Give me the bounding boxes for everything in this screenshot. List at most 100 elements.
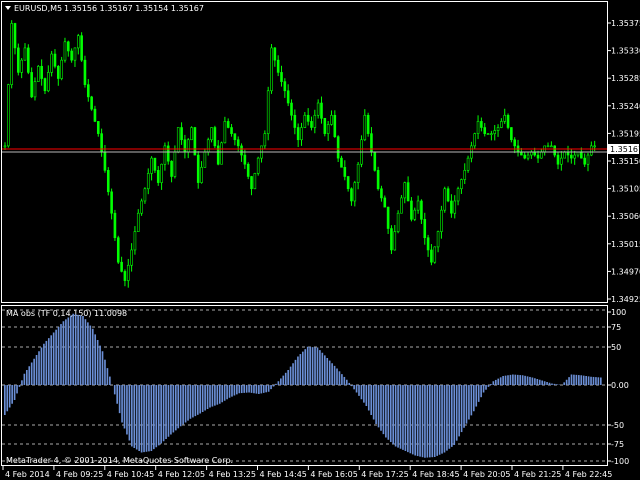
indicator-histogram bbox=[4, 313, 602, 458]
candle-body bbox=[316, 102, 320, 116]
histogram-bar bbox=[306, 346, 309, 385]
candle-body bbox=[563, 151, 566, 159]
histogram-bar bbox=[116, 385, 119, 404]
histogram-bar bbox=[91, 328, 94, 385]
candle-body bbox=[220, 142, 223, 165]
histogram-bar bbox=[248, 385, 250, 393]
candle-body bbox=[120, 261, 123, 272]
histogram-bar bbox=[326, 358, 329, 385]
candle-body bbox=[586, 154, 590, 165]
histogram-bar bbox=[534, 378, 536, 385]
histogram-bar bbox=[233, 385, 236, 396]
histogram-bar bbox=[455, 385, 458, 441]
candle-body bbox=[263, 133, 267, 147]
histogram-bar bbox=[573, 374, 575, 385]
histogram-bar bbox=[355, 385, 358, 393]
histogram-bar bbox=[516, 374, 519, 385]
histogram-bar bbox=[23, 373, 26, 385]
price-label: 1.34925 bbox=[611, 295, 640, 304]
histogram-bar bbox=[424, 385, 426, 458]
time-label: 4 Feb 2014 bbox=[5, 470, 50, 479]
histogram-bar bbox=[590, 376, 592, 385]
candle-body bbox=[340, 157, 343, 168]
candle-body bbox=[513, 139, 517, 147]
candle-body bbox=[236, 139, 240, 147]
histogram-bar bbox=[319, 350, 321, 385]
indicator-scale-label: -100 bbox=[611, 457, 629, 466]
histogram-bar bbox=[343, 376, 346, 385]
candle-body bbox=[343, 167, 347, 177]
candle-body bbox=[456, 188, 460, 202]
histogram-bar bbox=[575, 374, 578, 385]
candle-body bbox=[93, 108, 97, 122]
histogram-bar bbox=[60, 324, 62, 385]
indicator-title: MA obs (TF 0,14,150) 11.0098 bbox=[6, 309, 127, 318]
triangle-down-icon[interactable] bbox=[5, 6, 11, 10]
histogram-bar bbox=[350, 385, 353, 387]
candle-body bbox=[403, 182, 407, 199]
candle-body bbox=[17, 47, 20, 73]
candle-body bbox=[320, 102, 323, 119]
current-price-label: 1.35167 bbox=[610, 145, 640, 154]
histogram-bar bbox=[253, 385, 255, 394]
indicator-scale-label: 0.00 bbox=[611, 381, 629, 390]
candle-body bbox=[180, 127, 183, 141]
candle-body bbox=[233, 133, 237, 141]
histogram-bar bbox=[463, 385, 465, 428]
histogram-bar bbox=[311, 347, 314, 385]
candle-body bbox=[290, 102, 293, 116]
histogram-bar bbox=[148, 385, 150, 452]
histogram-bar bbox=[375, 385, 377, 424]
candle-body bbox=[413, 209, 417, 220]
metatrader-chart-window[interactable]: EURUSD,M5 1.35156 1.35167 1.35154 1.3516… bbox=[0, 0, 640, 480]
histogram-bar bbox=[404, 385, 407, 451]
histogram-bar bbox=[336, 368, 338, 385]
candle-body bbox=[276, 59, 280, 73]
histogram-bar bbox=[419, 385, 421, 457]
candle-body bbox=[433, 246, 437, 263]
histogram-bar bbox=[468, 385, 470, 420]
histogram-bar bbox=[135, 385, 138, 450]
histogram-bar bbox=[421, 385, 424, 458]
histogram-bar bbox=[499, 377, 502, 385]
histogram-bar bbox=[35, 355, 38, 385]
candle-body bbox=[106, 170, 110, 193]
histogram-bar bbox=[280, 378, 282, 385]
candle-body bbox=[200, 167, 203, 183]
current-price-tag: 1.35167 bbox=[608, 144, 640, 154]
histogram-bar bbox=[82, 316, 84, 385]
candle-body bbox=[583, 157, 586, 165]
time-axis: 4 Feb 2014 4 Feb 09:25 4 Feb 10:45 4 Feb 12… bbox=[2, 466, 612, 479]
time-label: 4 Feb 17:25 bbox=[361, 470, 408, 479]
candle-body bbox=[363, 114, 367, 141]
histogram-bar bbox=[214, 385, 216, 406]
candle-body bbox=[50, 53, 53, 73]
histogram-bar bbox=[38, 351, 40, 385]
histogram-bar bbox=[206, 385, 209, 409]
candle-body bbox=[23, 47, 27, 61]
histogram-bar bbox=[174, 385, 177, 431]
histogram-bar bbox=[309, 346, 311, 385]
histogram-bar bbox=[89, 325, 92, 385]
histogram-bar bbox=[167, 385, 170, 437]
candle-body bbox=[13, 23, 17, 49]
candle-body bbox=[86, 84, 90, 98]
histogram-bar bbox=[563, 382, 566, 385]
histogram-bar bbox=[28, 366, 31, 385]
histogram-bar bbox=[531, 377, 534, 385]
histogram-bar bbox=[370, 385, 373, 415]
time-label: 4 Feb 18:45 bbox=[412, 470, 459, 479]
candle-body bbox=[333, 114, 337, 137]
histogram-bar bbox=[99, 345, 101, 385]
histogram-bar bbox=[565, 379, 568, 385]
histogram-bar bbox=[365, 385, 368, 406]
histogram-bar bbox=[201, 385, 204, 412]
histogram-bar bbox=[106, 368, 109, 385]
candle-body bbox=[380, 188, 383, 199]
histogram-bar bbox=[8, 385, 11, 408]
candle-body bbox=[193, 127, 197, 156]
histogram-bar bbox=[228, 385, 231, 398]
histogram-bar bbox=[475, 385, 478, 407]
histogram-bar bbox=[267, 385, 270, 392]
candle-body bbox=[536, 154, 540, 159]
